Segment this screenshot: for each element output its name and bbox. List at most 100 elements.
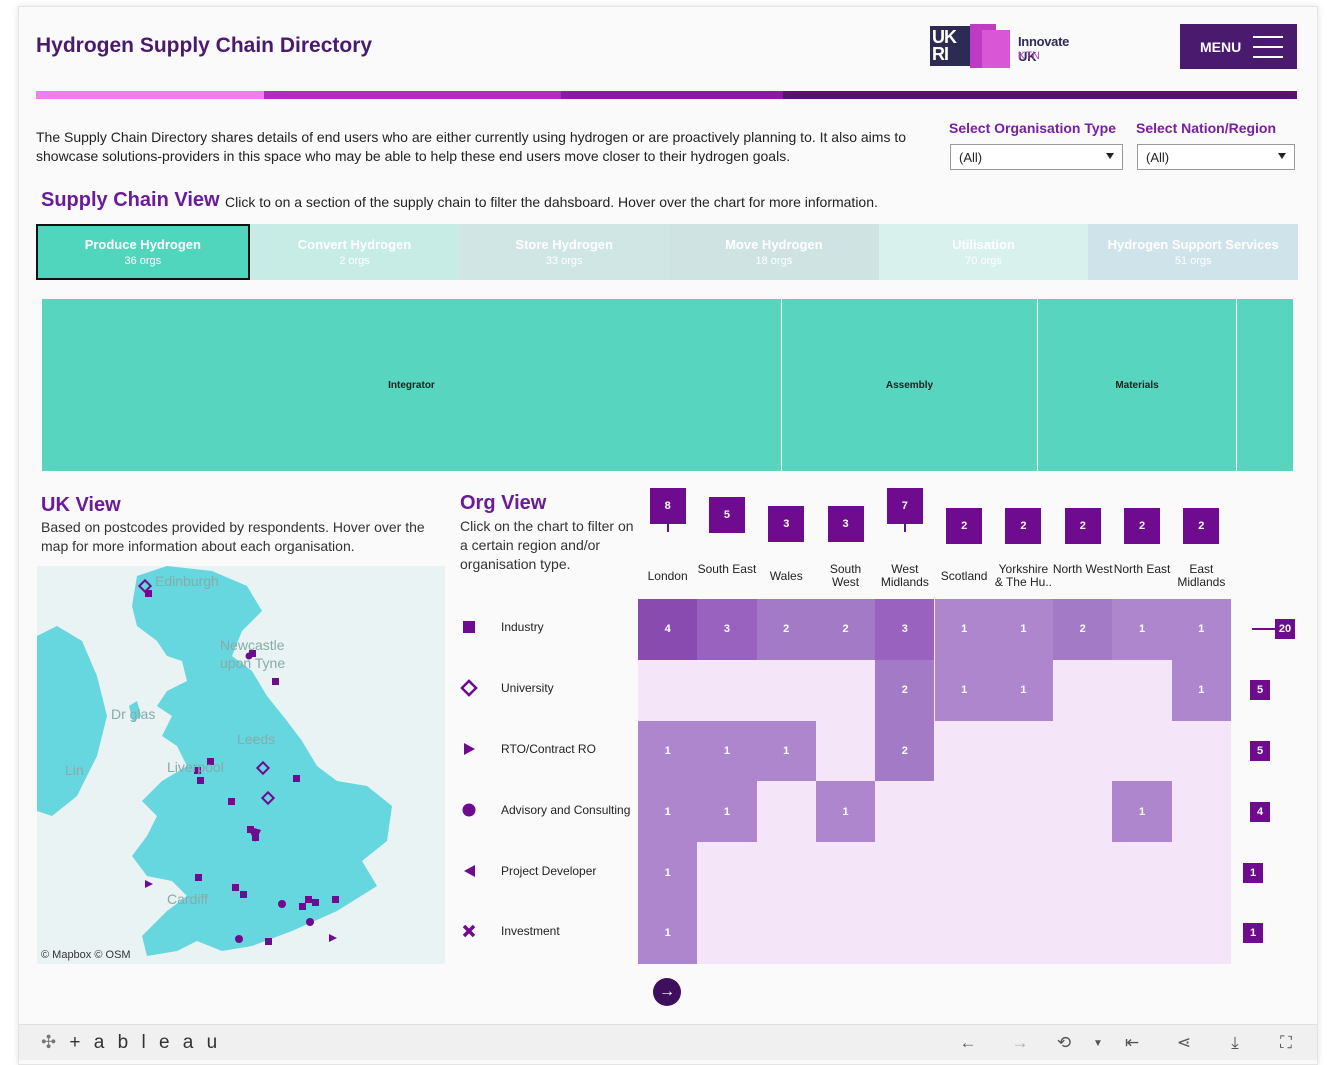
region-total-badge[interactable]: 8 [649,488,686,532]
supply-chain-tab-4[interactable]: Utilisation 70 orgs [878,224,1089,280]
region-label[interactable]: South East [697,563,757,576]
matrix-cell[interactable]: 2 [875,659,935,721]
tab-label: Hydrogen Support Services [1107,237,1279,252]
region-total-badge[interactable]: 5 [708,497,745,533]
map-label-edinburgh: Edinburgh [155,573,219,589]
matrix-cell[interactable]: 1 [815,781,876,843]
ukri-logo-mark: UK RI [930,26,970,66]
matrix-cell[interactable]: 1 [1112,599,1172,660]
x-icon [460,922,478,940]
tab-label: Move Hydrogen [725,237,823,252]
org-type-total-badge[interactable]: 1 [1243,923,1263,944]
region-label[interactable]: Yorkshire & The Hu.. [993,563,1053,589]
org-type-total-badge[interactable]: 1 [1243,862,1263,883]
region-total-value: 2 [1198,520,1205,532]
region-label[interactable]: North West [1053,563,1113,576]
region-label[interactable]: North East [1112,563,1172,576]
redo-icon[interactable]: → [1009,1033,1031,1053]
hamburger-icon [1253,35,1283,58]
region-label[interactable]: South West [816,563,876,589]
supply-chain-tab-0[interactable]: Produce Hydrogen 36 orgs [36,224,250,280]
tab-count: 70 orgs [965,255,1002,267]
region-total-value: 2 [1079,520,1086,532]
download-icon[interactable]: ⤓ [1224,1033,1246,1053]
region-label[interactable]: Wales [756,570,816,583]
org-type-label[interactable]: Advisory and Consulting [501,803,630,817]
matrix-cell[interactable]: 1 [756,720,816,782]
treemap-cell-other[interactable] [1237,299,1293,471]
region-total-badge[interactable]: 7 [886,488,923,532]
chevron-down-icon[interactable]: ▼ [1087,1033,1109,1053]
next-arrow-button[interactable]: → [653,978,681,1006]
matrix-cell[interactable]: 1 [993,659,1054,721]
revert-icon[interactable]: ⟲ [1053,1033,1075,1053]
org-type-total-badge[interactable]: 5 [1250,741,1270,761]
uk-map[interactable]: Edinburgh Newcastle upon Tyne Dr glas Le… [37,566,445,964]
org-type-total-badge[interactable]: 20 [1275,619,1295,640]
org-type-label[interactable]: Industry [501,620,544,634]
matrix-cell[interactable]: 1 [1112,781,1172,843]
org-type-label[interactable]: University [501,681,554,695]
org-matrix[interactable]: 432231121121111112111111 [638,599,1231,964]
tableau-logo: ✣ + a b l e a u [41,1032,221,1054]
matrix-cell[interactable]: 1 [638,781,698,843]
nation-select[interactable]: (All) [1137,144,1295,170]
region-label[interactable]: East Midlands [1171,563,1231,589]
matrix-cell[interactable]: 4 [638,599,698,660]
region-total-badge[interactable]: 2 [1183,508,1220,544]
matrix-cell[interactable]: 1 [934,659,994,721]
matrix-cell[interactable]: 1 [993,599,1054,660]
region-total-badge[interactable]: 3 [827,506,864,542]
supply-chain-tab-2[interactable]: Store Hydrogen 33 orgs [459,224,670,280]
matrix-cell[interactable]: 2 [756,599,816,660]
matrix-cell[interactable]: 3 [697,599,757,660]
reset-icon[interactable]: ⇤ [1121,1033,1143,1053]
region-total-badge[interactable]: 3 [768,506,805,542]
region-total-badge[interactable]: 2 [1124,508,1161,544]
org-type-label[interactable]: Investment [501,924,560,938]
region-label[interactable]: Scotland [934,570,994,583]
org-type-total-badge[interactable]: 4 [1250,801,1270,822]
tab-count: 51 orgs [1174,255,1212,267]
matrix-cell[interactable]: 2 [875,720,935,782]
region-total-badge[interactable]: 2 [946,508,983,544]
treemap-cell-assembly[interactable]: Assembly [782,299,1038,471]
supply-chain-tab-5[interactable]: Hydrogen Support Services 51 orgs [1088,224,1299,280]
menu-button[interactable]: MENU [1180,24,1297,69]
logo-block-2 [982,30,1010,68]
matrix-cell[interactable]: 1 [638,720,698,782]
org-type-label[interactable]: Project Developer [501,864,596,878]
matrix-cell[interactable]: 1 [1171,599,1231,660]
tableau-toolbar: ✣ + a b l e a u ← → ⟲ ▼ ⇤ ⋖ ⤓ ⛶ [19,1024,1317,1060]
map-label-douglas: Dr glas [111,706,156,722]
supply-chain-tabs: Produce Hydrogen 36 orgs Convert Hydrogen 2… [36,224,1299,280]
region-total-badge[interactable]: 2 [1005,508,1042,544]
treemap-cell-integrator[interactable]: Integrator [42,299,782,471]
org-type-total-badge[interactable]: 5 [1250,680,1270,701]
matrix-cell[interactable]: 2 [815,599,876,660]
supply-chain-tab-3[interactable]: Move Hydrogen 18 orgs [669,224,879,280]
matrix-cell[interactable]: 1 [934,599,994,660]
supply-chain-title: Supply Chain View [41,189,220,211]
org-type-label[interactable]: RTO/Contract RO [501,742,596,756]
tab-label: Produce Hydrogen [84,237,201,252]
fullscreen-icon[interactable]: ⛶ [1275,1033,1297,1053]
map-label-upon-tyne: upon Tyne [220,655,286,671]
region-label[interactable]: West Midlands [875,563,935,589]
org-type-select[interactable]: (All) [950,144,1123,170]
region-label[interactable]: London [638,570,698,583]
matrix-cell[interactable]: 1 [638,903,698,964]
matrix-cell[interactable]: 2 [1053,599,1113,660]
matrix-cell[interactable]: 1 [697,781,757,843]
matrix-cell[interactable]: 3 [875,599,935,660]
logo-text-ktn: KTN [1018,50,1040,62]
matrix-cell[interactable]: 1 [697,720,757,782]
undo-icon[interactable]: ← [957,1033,979,1053]
treemap-cell-materials[interactable]: Materials [1038,299,1237,471]
share-icon[interactable]: ⋖ [1173,1033,1195,1053]
region-total-badge[interactable]: 2 [1064,508,1101,544]
matrix-cell[interactable]: 1 [638,842,698,903]
supply-chain-tab-1[interactable]: Convert Hydrogen 2 orgs [249,224,460,280]
matrix-cell[interactable]: 1 [1171,659,1231,721]
region-total-value: 3 [842,518,849,530]
